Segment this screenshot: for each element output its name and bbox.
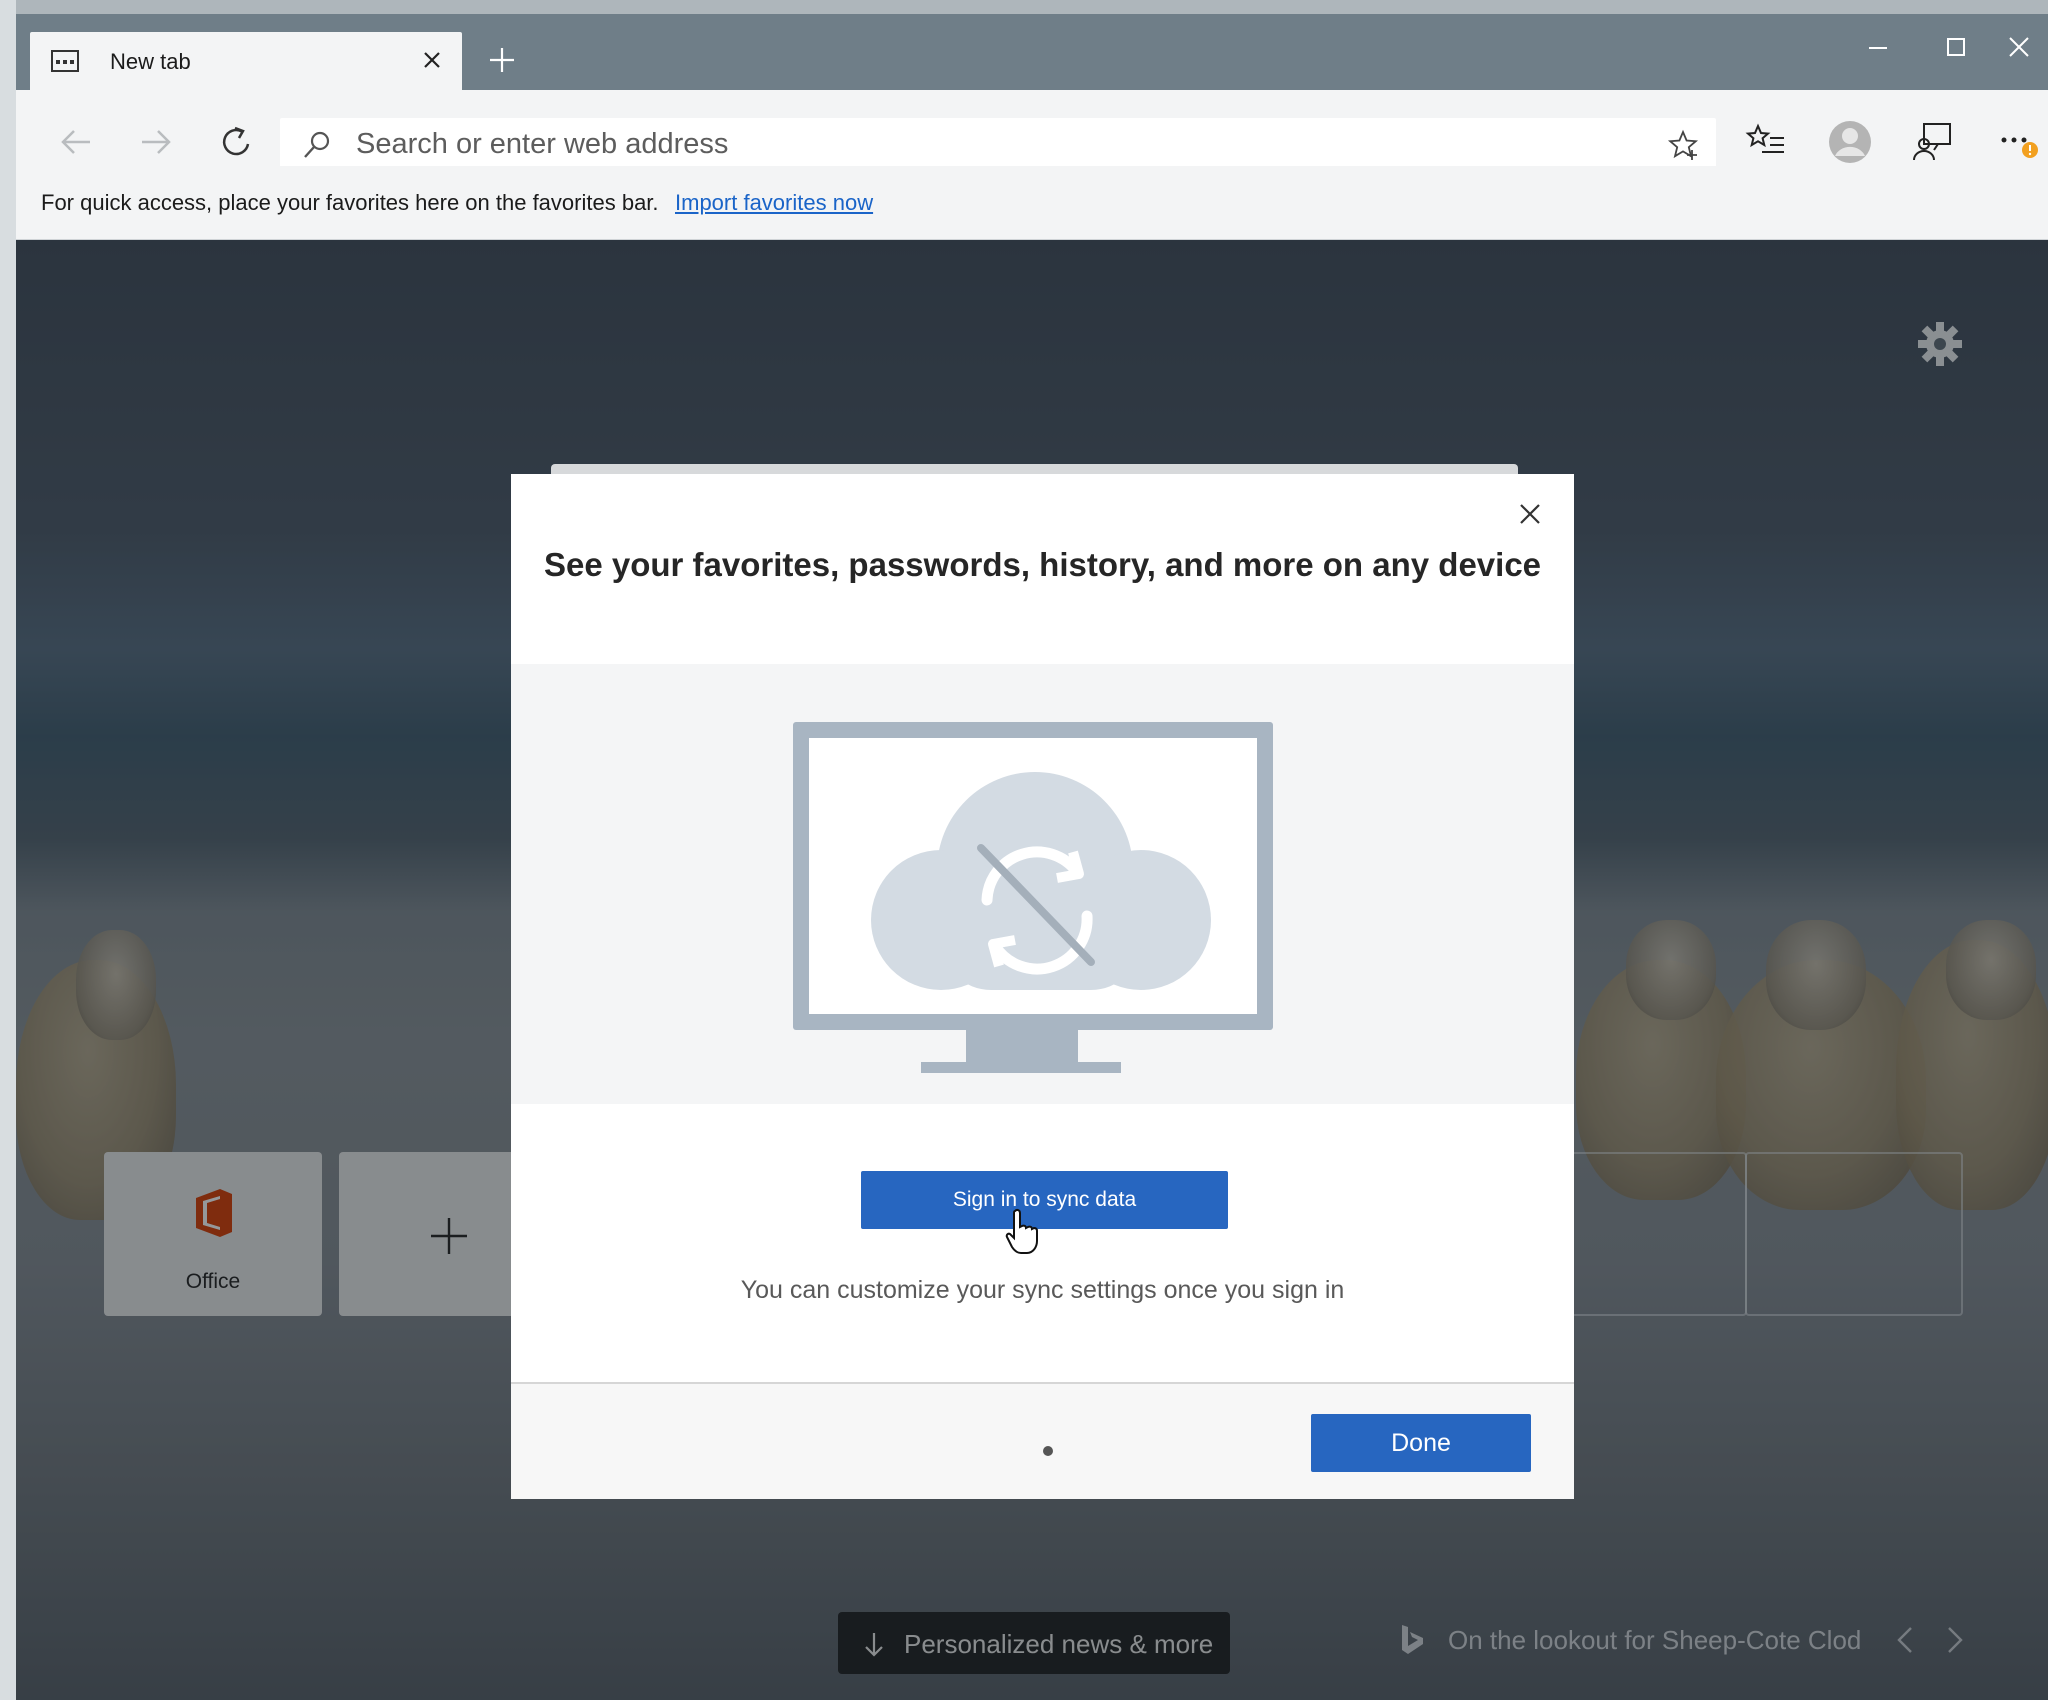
back-icon[interactable] (52, 118, 100, 166)
search-icon (304, 131, 330, 158)
forward-icon[interactable] (132, 118, 180, 166)
desktop-edge (0, 0, 16, 1700)
new-tab-page-icon (51, 50, 79, 72)
add-favorite-star-icon[interactable] (1666, 128, 1700, 162)
favorites-bar-message: For quick access, place your favorites h… (41, 190, 659, 215)
maximize-icon[interactable] (1926, 26, 1986, 70)
pagination-dot (1043, 1446, 1053, 1456)
minimize-icon[interactable] (1848, 26, 1908, 70)
sync-disabled-monitor-illustration (793, 722, 1273, 1073)
tab-new-tab[interactable]: New tab (30, 32, 462, 92)
title-bar: New tab (16, 14, 2048, 92)
more-menu-icon[interactable] (1992, 116, 2044, 168)
sign-in-sync-button[interactable]: Sign in to sync data (861, 1171, 1228, 1229)
browser-window: New tab Search or enter web address For … (16, 14, 2048, 1700)
refresh-icon[interactable] (212, 118, 260, 166)
sync-settings-note: You can customize your sync settings onc… (740, 1276, 1345, 1304)
sync-illustration-panel (511, 664, 1574, 1104)
close-icon[interactable] (1988, 26, 2048, 70)
dialog-close-icon[interactable] (1512, 496, 1548, 532)
address-input[interactable] (356, 126, 1656, 162)
import-favorites-link[interactable]: Import favorites now (675, 190, 873, 216)
new-tab-button[interactable] (482, 40, 522, 80)
hand-cursor-icon (1005, 1208, 1038, 1254)
tab-title: New tab (110, 49, 191, 74)
done-button[interactable]: Done (1311, 1414, 1531, 1472)
profile-avatar-icon[interactable] (1824, 116, 1876, 168)
favorites-bar: For quick access, place your favorites h… (16, 166, 2048, 240)
share-feedback-icon[interactable] (1908, 116, 1960, 168)
favorites-list-icon[interactable] (1740, 116, 1792, 168)
new-tab-page: Office Personalized news & more On the l… (16, 240, 2048, 1700)
dialog-title: See your favorites, passwords, history, … (543, 546, 1542, 583)
dialog-footer: Done (511, 1382, 1574, 1499)
sync-dialog: See your favorites, passwords, history, … (511, 474, 1574, 1499)
tab-close-icon[interactable] (418, 46, 446, 74)
address-bar[interactable] (280, 118, 1716, 170)
